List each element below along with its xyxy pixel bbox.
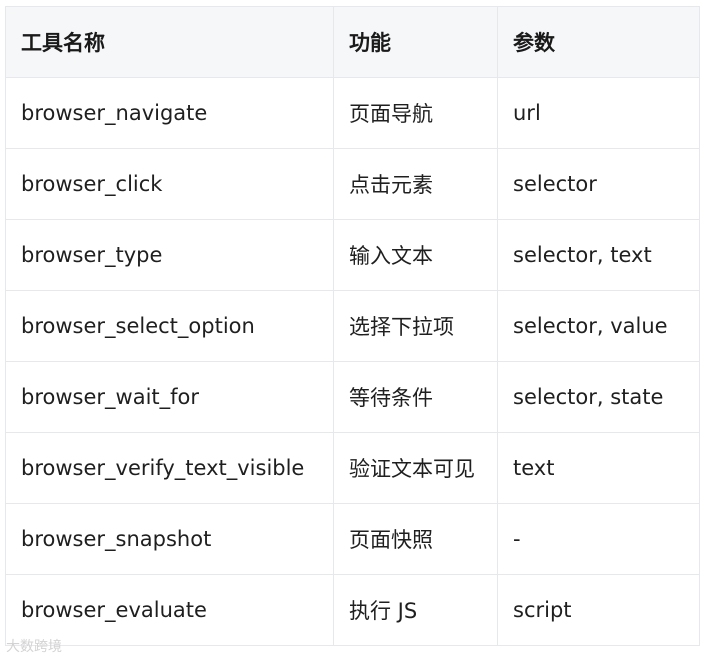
cell-function: 页面导航 bbox=[333, 77, 498, 149]
cell-function: 等待条件 bbox=[333, 361, 498, 433]
table-row: browser_type 输入文本 selector, text bbox=[5, 219, 700, 291]
cell-tool-name: browser_snapshot bbox=[5, 503, 334, 575]
cell-function: 页面快照 bbox=[333, 503, 498, 575]
cell-tool-name: browser_click bbox=[5, 148, 334, 220]
cell-function: 验证文本可见 bbox=[333, 432, 498, 504]
cell-tool-name: browser_verify_text_visible bbox=[5, 432, 334, 504]
table-row: browser_evaluate 执行 JS script bbox=[5, 574, 700, 646]
table-header-row: 工具名称 功能 参数 bbox=[5, 6, 700, 78]
table-row: browser_select_option 选择下拉项 selector, va… bbox=[5, 290, 700, 362]
header-tool-name: 工具名称 bbox=[5, 6, 334, 78]
tools-table-container: 工具名称 功能 参数 browser_navigate 页面导航 url bro… bbox=[5, 6, 700, 646]
table-row: browser_wait_for 等待条件 selector, state bbox=[5, 361, 700, 433]
cell-function: 选择下拉项 bbox=[333, 290, 498, 362]
cell-tool-name: browser_type bbox=[5, 219, 334, 291]
cell-parameters: selector bbox=[497, 148, 700, 220]
cell-parameters: script bbox=[497, 574, 700, 646]
cell-tool-name: browser_evaluate bbox=[5, 574, 334, 646]
cell-function: 执行 JS bbox=[333, 574, 498, 646]
cell-tool-name: browser_wait_for bbox=[5, 361, 334, 433]
table-row: browser_navigate 页面导航 url bbox=[5, 77, 700, 149]
cell-parameters: selector, value bbox=[497, 290, 700, 362]
watermark: 大数跨境 bbox=[6, 639, 62, 655]
table-row: browser_verify_text_visible 验证文本可见 text bbox=[5, 432, 700, 504]
table-row: browser_snapshot 页面快照 - bbox=[5, 503, 700, 575]
cell-function: 输入文本 bbox=[333, 219, 498, 291]
cell-parameters: - bbox=[497, 503, 700, 575]
table-row: browser_click 点击元素 selector bbox=[5, 148, 700, 220]
cell-tool-name: browser_navigate bbox=[5, 77, 334, 149]
cell-parameters: selector, text bbox=[497, 219, 700, 291]
header-parameters: 参数 bbox=[497, 6, 700, 78]
cell-parameters: text bbox=[497, 432, 700, 504]
cell-tool-name: browser_select_option bbox=[5, 290, 334, 362]
cell-parameters: selector, state bbox=[497, 361, 700, 433]
cell-parameters: url bbox=[497, 77, 700, 149]
cell-function: 点击元素 bbox=[333, 148, 498, 220]
tools-table: 工具名称 功能 参数 browser_navigate 页面导航 url bro… bbox=[5, 6, 700, 646]
header-function: 功能 bbox=[333, 6, 498, 78]
